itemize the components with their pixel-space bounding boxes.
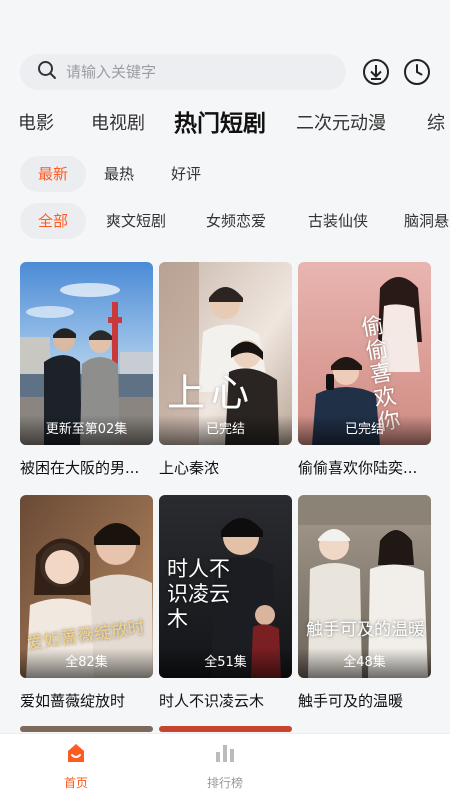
poster-title-art: 上心 [167, 371, 256, 415]
nav-ranking-label: 排行榜 [206, 776, 243, 790]
poster-image: 更新至第02集 [20, 262, 153, 445]
drama-card[interactable]: 时人不识凌云木 全51集 时人不识凌云木 [159, 495, 292, 711]
drama-title: 上心秦浓 [159, 459, 220, 477]
poster-image: 偷偷喜欢你 已完结 [298, 262, 431, 445]
poster-image: 时人不识凌云木 全51集 [159, 495, 292, 678]
genre-costume-xianxia[interactable]: 古装仙侠 [294, 203, 382, 239]
drama-title: 偷偷喜欢你陆奕... [298, 459, 418, 477]
genre-suspense[interactable]: 脑洞悬 [394, 203, 450, 239]
tab-hot-short-drama[interactable]: 热门短剧 [174, 106, 266, 142]
search-input[interactable] [66, 63, 306, 81]
drama-card[interactable]: 触手可及的温暖 全48集 触手可及的温暖 [298, 495, 431, 711]
poster-image: 爱如蔷薇绽放时 全82集 [20, 495, 153, 678]
home-icon [65, 744, 87, 768]
category-tabs: 电影 电视剧 热门短剧 二次元动漫 综 [0, 106, 450, 142]
episode-status: 更新至第02集 [20, 415, 153, 445]
drama-title: 时人不识凌云木 [159, 692, 265, 710]
drama-card[interactable]: 偷偷喜欢你 已完结 偷偷喜欢你陆奕... [298, 262, 431, 478]
history-clock-icon[interactable] [403, 58, 431, 86]
drama-card[interactable]: 上心 已完结 上心秦浓 [159, 262, 292, 478]
drama-card[interactable]: 更新至第02集 被困在大阪的男... [20, 262, 153, 478]
genre-all[interactable]: 全部 [20, 203, 86, 239]
genre-power-fantasy[interactable]: 爽文短剧 [92, 203, 180, 239]
drama-card[interactable]: 爱如蔷薇绽放时 全82集 爱如蔷薇绽放时 [20, 495, 153, 711]
bottom-nav: 首页 排行榜 [0, 733, 450, 797]
bar-chart-icon [214, 745, 236, 768]
tab-variety[interactable]: 综 [427, 106, 445, 142]
episode-status: 全51集 [159, 648, 292, 678]
episode-status: 全48集 [298, 648, 431, 678]
nav-home-label: 首页 [63, 776, 88, 790]
search-row [20, 54, 438, 90]
drama-card[interactable] [20, 726, 153, 732]
sort-top-rated[interactable]: 好评 [155, 156, 217, 192]
nav-ranking[interactable]: 排行榜 [185, 742, 265, 791]
sort-newest[interactable]: 最新 [20, 156, 86, 192]
search-bar[interactable] [20, 54, 346, 90]
drama-title: 触手可及的温暖 [298, 692, 404, 710]
download-icon[interactable] [362, 58, 390, 86]
tab-anime[interactable]: 二次元动漫 [296, 106, 386, 142]
poster-image: 触手可及的温暖 全48集 [298, 495, 431, 678]
poster-image [159, 726, 292, 732]
sort-hottest[interactable]: 最热 [88, 156, 150, 192]
drama-title: 爱如蔷薇绽放时 [20, 692, 126, 710]
episode-status: 已完结 [298, 415, 431, 445]
genre-filters: 全部 爽文短剧 女频恋爱 古装仙侠 脑洞悬 [20, 203, 450, 239]
poster-title-art: 触手可及的温暖 [306, 620, 425, 640]
poster-image: 上心 已完结 [159, 262, 292, 445]
poster-image [20, 726, 153, 732]
tab-tv-series[interactable]: 电视剧 [91, 106, 145, 142]
drama-title: 被困在大阪的男... [20, 459, 140, 477]
nav-home[interactable]: 首页 [36, 742, 116, 791]
tab-movie[interactable]: 电影 [18, 106, 54, 142]
drama-card[interactable] [159, 726, 292, 732]
poster-title-art: 时人不识凌云木 [167, 557, 230, 631]
episode-status: 全82集 [20, 648, 153, 678]
search-icon [37, 60, 57, 84]
genre-female-romance[interactable]: 女频恋爱 [192, 203, 280, 239]
drama-grid: 更新至第02集 被困在大阪的男... 上心 已完结 上心秦浓 偷偷喜欢你 已完结… [20, 262, 432, 732]
episode-status: 已完结 [159, 415, 292, 445]
